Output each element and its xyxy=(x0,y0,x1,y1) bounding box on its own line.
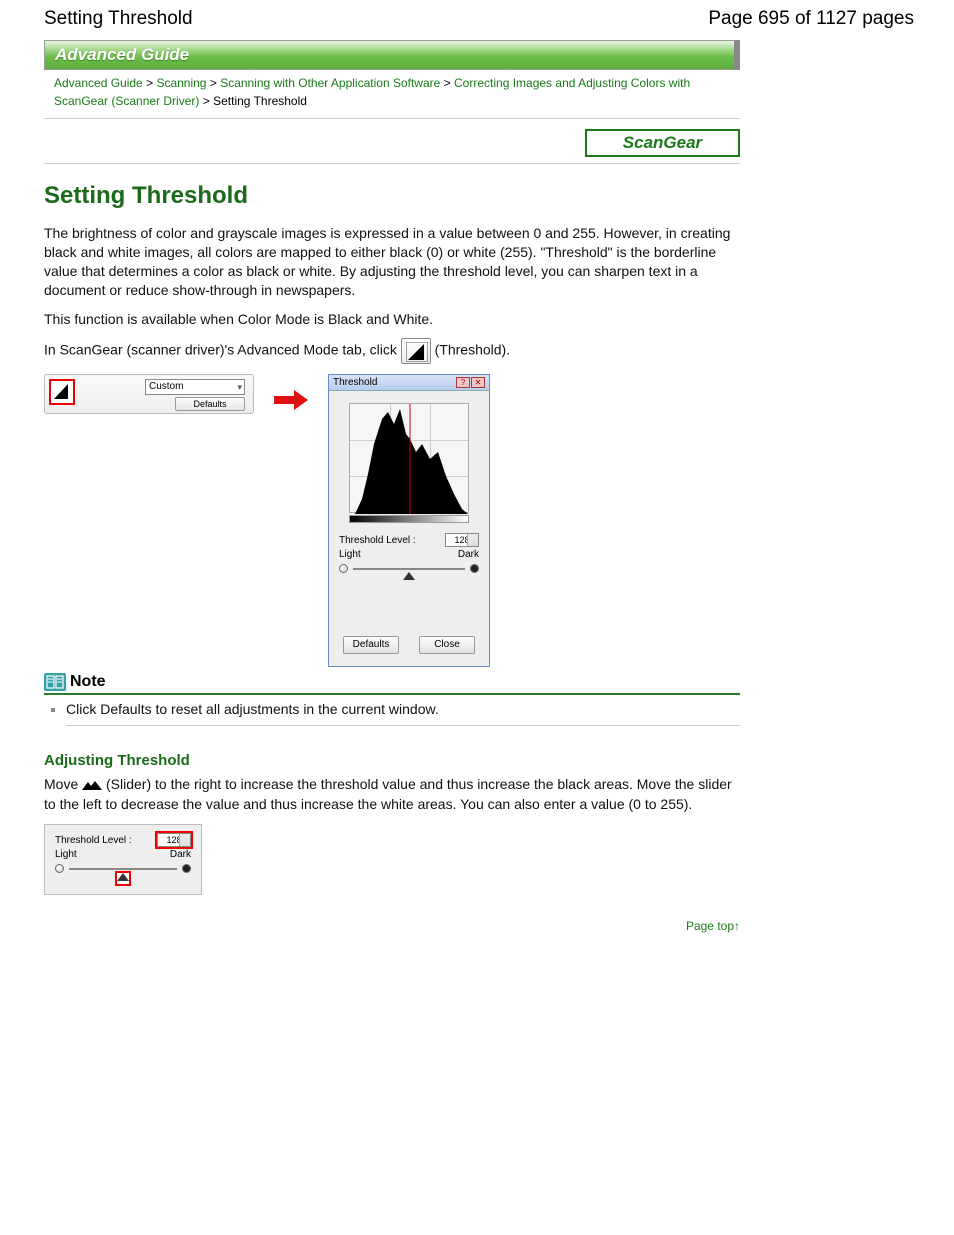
dialog-close-icon[interactable]: ✕ xyxy=(471,377,485,388)
up-arrow-icon: ↑ xyxy=(734,919,740,933)
toolbar-defaults-button[interactable]: Defaults xyxy=(175,397,245,411)
dark-label: Dark xyxy=(458,549,479,560)
note-label: Note xyxy=(70,673,106,691)
threshold-icon xyxy=(401,338,431,364)
slider-glyph-icon xyxy=(82,776,102,795)
slider-thumb-icon[interactable] xyxy=(403,572,415,583)
threshold-mini-panel: Threshold Level : 128 Light Dark xyxy=(44,824,202,895)
dialog-defaults-button[interactable]: Defaults xyxy=(343,636,399,654)
mini-dark-label: Dark xyxy=(170,849,191,860)
intro-paragraph-1: The brightness of color and grayscale im… xyxy=(44,224,740,300)
mini-level-input[interactable]: 128 xyxy=(157,833,191,847)
threshold-level-input[interactable]: 128 xyxy=(445,533,479,547)
header-title-left: Setting Threshold xyxy=(44,8,193,30)
mini-level-label: Threshold Level : xyxy=(55,835,132,846)
header-title-right: Page 695 of 1127 pages xyxy=(708,8,914,30)
histogram xyxy=(349,403,469,513)
light-label: Light xyxy=(339,549,361,560)
gradient-bar xyxy=(349,515,469,523)
mini-slider-track xyxy=(69,868,177,870)
scangear-badge: ScanGear xyxy=(585,129,740,157)
mini-slider-dark-dot xyxy=(182,864,191,873)
note-item-1: Click Defaults to reset all adjustments … xyxy=(66,701,439,717)
crumb-sep: > xyxy=(210,76,217,90)
mini-slider-light-dot xyxy=(55,864,64,873)
crumb-sep: > xyxy=(444,76,451,90)
toolbar-panel: Custom Defaults xyxy=(44,374,254,414)
threshold-button-highlight[interactable] xyxy=(49,379,75,405)
crumb-sep: > xyxy=(203,94,210,108)
slider-track xyxy=(353,568,465,570)
intro-3b: (Threshold). xyxy=(435,342,510,358)
preset-combo[interactable]: Custom xyxy=(145,379,245,395)
mini-light-label: Light xyxy=(55,849,77,860)
page-top-link[interactable]: Page top↑ xyxy=(44,919,740,933)
page-title: Setting Threshold xyxy=(44,182,740,210)
note-header: Note xyxy=(44,673,740,695)
slider-dark-dot xyxy=(470,564,479,573)
crumb-advanced-guide[interactable]: Advanced Guide xyxy=(54,76,143,90)
crumb-scanning-other[interactable]: Scanning with Other Application Software xyxy=(220,76,440,90)
adjust-a: Move xyxy=(44,776,82,792)
mini-threshold-slider[interactable] xyxy=(55,862,191,882)
adjust-b: (Slider) to the right to increase the th… xyxy=(44,776,732,812)
page-top-label: Page top xyxy=(686,919,734,933)
intro-3a: In ScanGear (scanner driver)'s Advanced … xyxy=(44,342,401,358)
arrow-icon xyxy=(274,390,308,410)
note-list: Click Defaults to reset all adjustments … xyxy=(66,701,740,726)
breadcrumb: Advanced Guide > Scanning > Scanning wit… xyxy=(44,70,740,119)
guide-banner: Advanced Guide xyxy=(44,40,740,70)
intro-paragraph-2: This function is available when Color Mo… xyxy=(44,310,740,329)
dialog-title: Threshold xyxy=(333,377,377,388)
slider-light-dot xyxy=(339,564,348,573)
crumb-current: Setting Threshold xyxy=(213,94,307,108)
adjusting-subtitle: Adjusting Threshold xyxy=(44,752,740,769)
adjust-paragraph: Move (Slider) to the right to increase t… xyxy=(44,775,740,814)
intro-paragraph-3: In ScanGear (scanner driver)'s Advanced … xyxy=(44,338,740,364)
figure-row: Custom Defaults Threshold ?✕ xyxy=(44,374,740,667)
threshold-level-label: Threshold Level : xyxy=(339,535,416,546)
dialog-close-button[interactable]: Close xyxy=(419,636,475,654)
dialog-help-icon[interactable]: ? xyxy=(456,377,470,388)
threshold-dialog: Threshold ?✕ Threshold Level : 128 xyxy=(328,374,490,667)
crumb-sep: > xyxy=(146,76,153,90)
note-icon xyxy=(44,673,66,691)
crumb-scanning[interactable]: Scanning xyxy=(156,76,206,90)
mini-slider-thumb-icon[interactable] xyxy=(116,872,130,885)
threshold-slider[interactable] xyxy=(339,562,479,582)
